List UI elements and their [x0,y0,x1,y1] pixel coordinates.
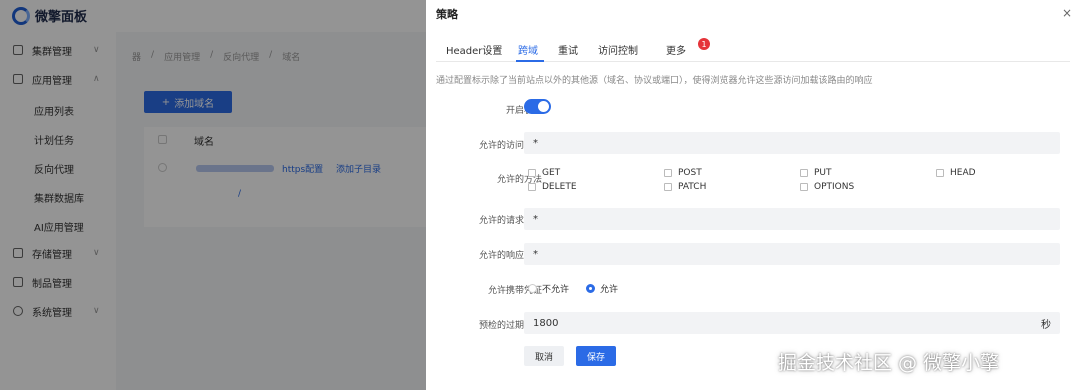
checkbox-label: GET [542,168,561,178]
origins-value: * [533,137,538,149]
radio-label: 不允许 [542,285,570,295]
checkbox-box [664,169,672,177]
checkbox-box [800,183,808,191]
response-headers-value: * [533,248,538,260]
method-head-checkbox[interactable]: HEAD [936,168,976,178]
active-tab-indicator [516,60,544,62]
checkbox-label: PATCH [678,182,707,192]
cors-description: 通过配置标示除了当前站点以外的其他源（域名、协议或端口），使得浏览器允许这些源访… [436,76,873,86]
radio-label: 允许 [600,285,619,295]
request-headers-value: * [533,213,538,225]
max-age-unit: 秒 [1041,319,1051,331]
method-patch-checkbox[interactable]: PATCH [664,182,706,192]
drawer-title: 策略 [436,8,458,21]
enable-toggle[interactable] [524,99,551,114]
origins-input[interactable]: * [524,132,1060,154]
method-get-checkbox[interactable]: GET [528,168,560,178]
method-post-checkbox[interactable]: POST [664,168,702,178]
checkbox-box [664,183,672,191]
methods-label: 允许的方法 [496,175,542,185]
checkbox-label: PUT [814,168,832,178]
radio-dot-selected [586,284,595,293]
method-delete-checkbox[interactable]: DELETE [528,182,577,192]
tab-more[interactable]: 更多 [666,42,686,57]
credentials-deny-radio[interactable]: 不允许 [528,282,569,295]
radio-dot [528,284,537,293]
method-options-checkbox[interactable]: OPTIONS [800,182,854,192]
credentials-label: 允许携带凭证 [487,286,542,296]
max-age-input[interactable]: 1800 秒 [524,312,1060,334]
checkbox-box [936,169,944,177]
tab-header-settings[interactable]: Header设置 [446,42,502,57]
policy-tabs: Header设置 跨域 重试 访问控制 更多 1 [436,34,1070,62]
tab-cors[interactable]: 跨域 [518,42,538,57]
cancel-button[interactable]: 取消 [524,346,564,366]
tab-access-control[interactable]: 访问控制 [598,42,638,57]
notification-badge: 1 [698,38,710,50]
modal-overlay[interactable] [0,0,426,390]
watermark: 掘金技术社区 @ 微擎小擎 [778,352,1000,374]
checkbox-box [528,183,536,191]
max-age-value: 1800 [533,317,559,329]
response-headers-input[interactable]: * [524,243,1060,265]
checkbox-label: DELETE [542,182,577,192]
checkbox-box [528,169,536,177]
checkbox-box [800,169,808,177]
save-button[interactable]: 保存 [576,346,616,366]
checkbox-label: POST [678,168,702,178]
credentials-allow-radio[interactable]: 允许 [586,282,618,295]
checkbox-label: HEAD [950,168,976,178]
method-put-checkbox[interactable]: PUT [800,168,832,178]
toggle-knob [538,101,549,112]
tab-retry[interactable]: 重试 [558,42,578,57]
policy-drawer: 策略 × Header设置 跨域 重试 访问控制 更多 1 通过配置标示除了当前… [426,0,1080,390]
close-icon[interactable]: × [1062,6,1072,20]
request-headers-input[interactable]: * [524,208,1060,230]
checkbox-label: OPTIONS [814,182,855,192]
